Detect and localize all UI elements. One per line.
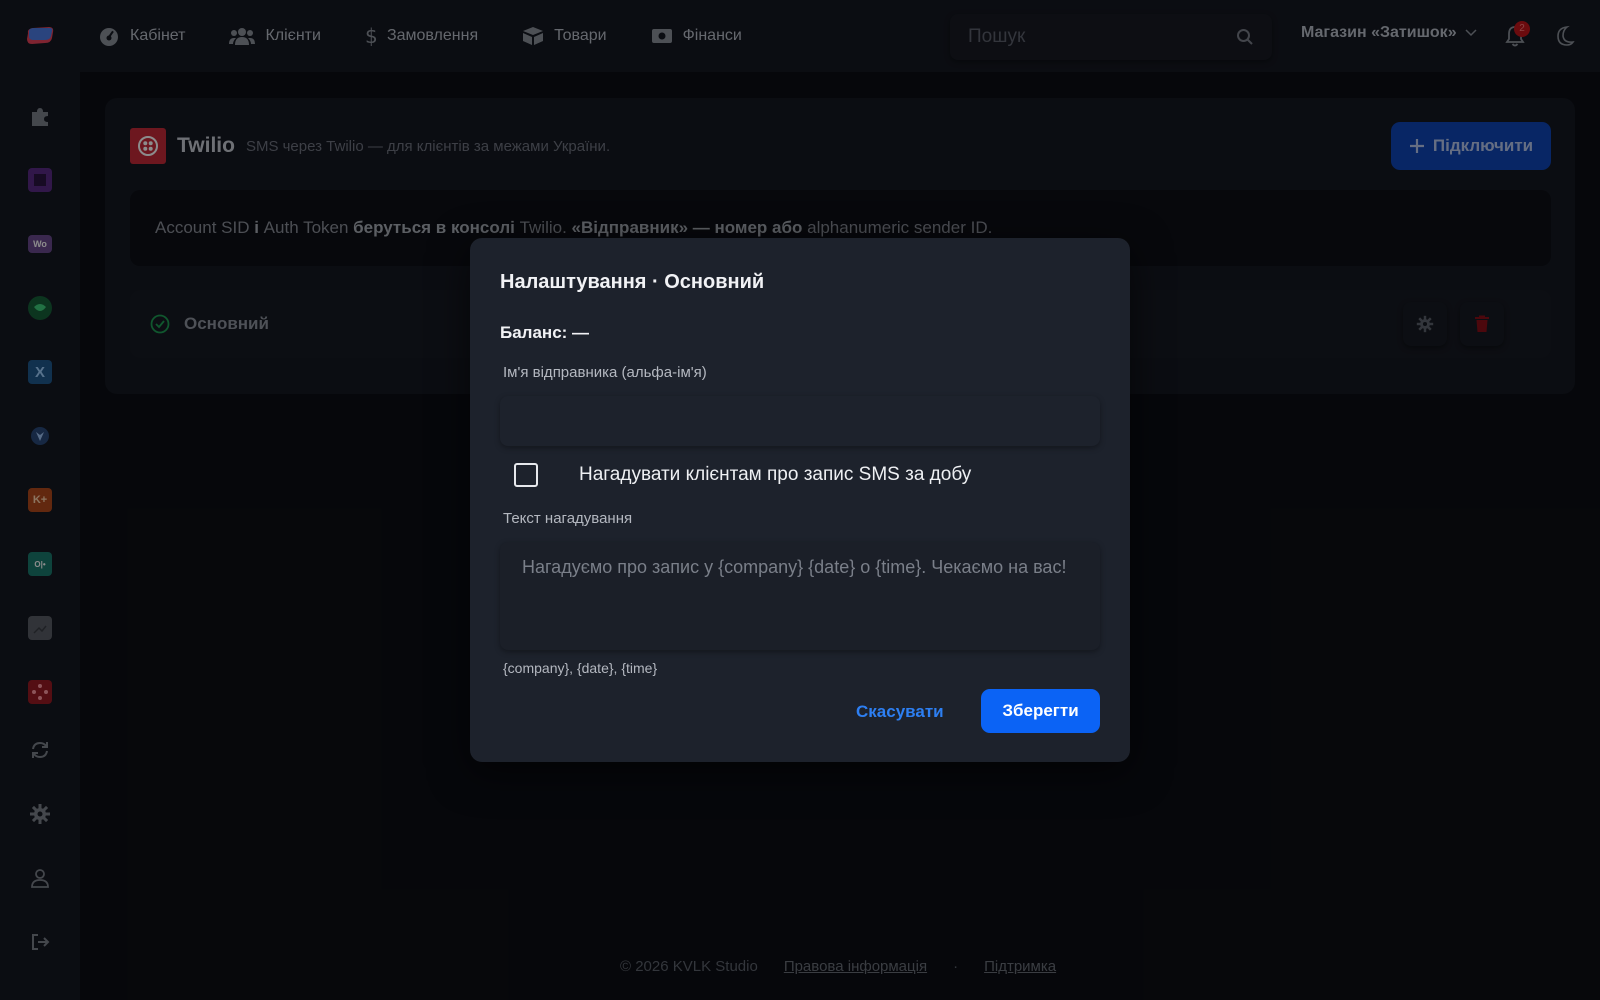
modal-title: Налаштування · Основний <box>500 271 765 293</box>
reminder-checkbox-label: Нагадувати клієнтам про запис SMS за доб… <box>579 464 972 485</box>
reminder-text-label: Текст нагадування <box>503 510 633 527</box>
balance-text: Баланс: — <box>500 323 590 342</box>
save-button[interactable]: Зберегти <box>981 689 1100 733</box>
variables-hint: {company}, {date}, {time} <box>503 660 658 676</box>
settings-modal: Налаштування · Основний Баланс: — Ім'я в… <box>470 238 1130 762</box>
reminder-toggle[interactable]: Нагадувати клієнтам про запис SMS за доб… <box>514 463 971 487</box>
reminder-text-input[interactable] <box>500 542 1100 650</box>
sender-name-input[interactable] <box>500 396 1100 446</box>
reminder-checkbox[interactable] <box>514 463 538 487</box>
sender-name-label: Ім'я відправника (альфа-ім'я) <box>503 364 707 381</box>
cancel-button[interactable]: Скасувати <box>856 690 944 734</box>
